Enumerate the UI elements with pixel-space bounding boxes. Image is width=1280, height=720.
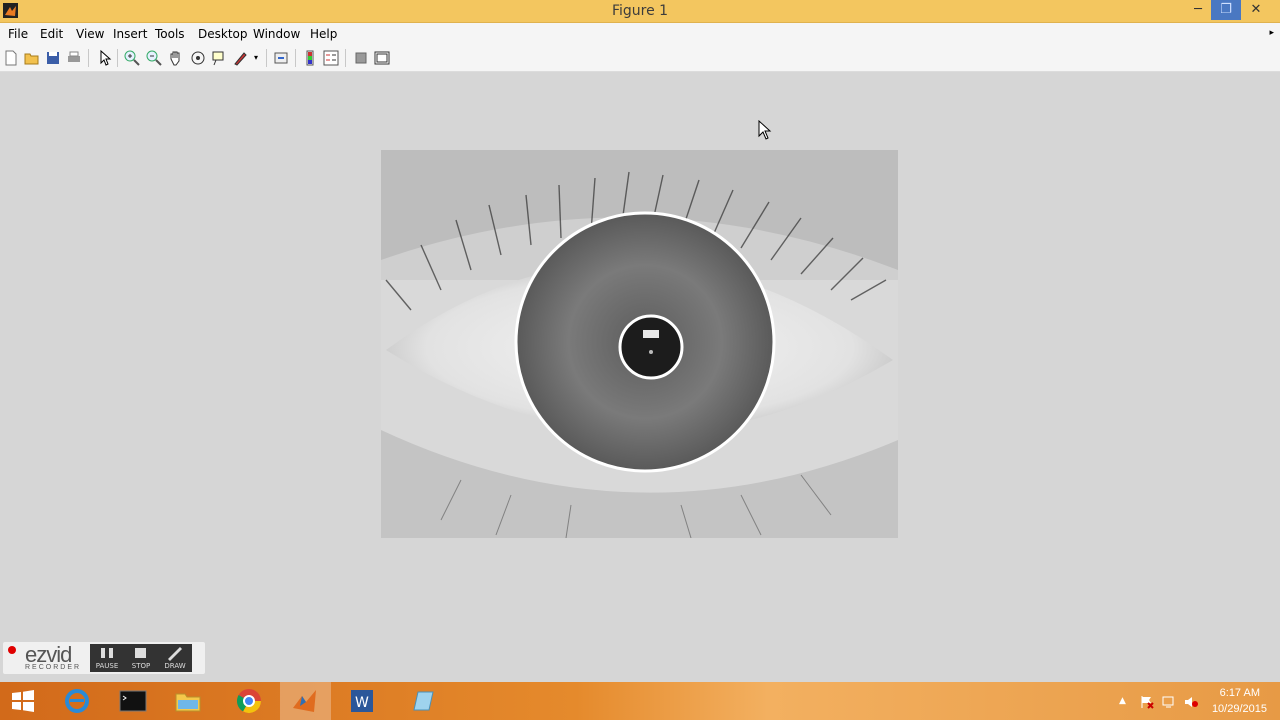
toolbar-separator	[88, 49, 89, 67]
file-explorer-icon[interactable]	[173, 686, 203, 716]
brush-icon[interactable]	[232, 49, 250, 67]
brush-dropdown-icon[interactable]: ▾	[254, 53, 258, 62]
eye-image	[381, 150, 898, 538]
colorbar-icon[interactable]	[301, 49, 319, 67]
pencil-icon	[168, 647, 182, 661]
menu-desktop[interactable]: Desktop	[198, 27, 248, 41]
zoom-out-icon[interactable]	[145, 49, 163, 67]
matlab-taskbar-icon[interactable]	[290, 686, 320, 716]
tray-time[interactable]: 6:17 AM	[1200, 687, 1260, 699]
dock-arrow-icon[interactable]: ▸	[1269, 28, 1274, 38]
ezvid-controls: PAUSE STOP DRAW	[90, 644, 192, 672]
tray-network-icon[interactable]	[1161, 694, 1177, 710]
taskbar: W ▲ 6:17 AM 10/29/2015	[0, 682, 1280, 720]
pan-hand-icon[interactable]	[167, 49, 185, 67]
menu-insert[interactable]: Insert	[113, 27, 147, 41]
command-prompt-icon[interactable]	[118, 686, 148, 716]
menu-file[interactable]: File	[8, 27, 28, 41]
tray-expand-icon[interactable]: ▲	[1119, 696, 1126, 706]
open-file-icon[interactable]	[23, 49, 41, 67]
menu-help[interactable]: Help	[310, 27, 337, 41]
menu-tools[interactable]: Tools	[155, 27, 185, 41]
ezvid-stop-button[interactable]: STOP	[124, 644, 158, 672]
mouse-cursor-icon	[758, 120, 772, 140]
toolbar-separator	[117, 49, 118, 67]
toolbar-separator	[295, 49, 296, 67]
figure-toolbar: ▾	[0, 45, 1280, 72]
tray-flag-icon[interactable]	[1139, 694, 1155, 710]
stop-icon	[135, 648, 146, 658]
ezvid-recorder-widget: ezvid RECORDER PAUSE STOP DRAW	[3, 642, 205, 674]
print-icon[interactable]	[65, 49, 83, 67]
tray-volume-muted-icon[interactable]	[1183, 694, 1199, 710]
legend-icon[interactable]	[322, 49, 340, 67]
toolbar-separator	[266, 49, 267, 67]
menu-window[interactable]: Window	[253, 27, 300, 41]
link-plot-icon[interactable]	[272, 49, 290, 67]
ezvid-logo-sub: RECORDER	[25, 664, 82, 671]
windows-start-icon[interactable]	[8, 686, 38, 716]
menu-bar: File Edit View Insert Tools Desktop Wind…	[0, 23, 1280, 45]
other-app-icon[interactable]	[408, 686, 438, 716]
menu-edit[interactable]: Edit	[40, 27, 63, 41]
svg-text:W: W	[355, 695, 369, 711]
ezvid-pause-button[interactable]: PAUSE	[90, 644, 124, 672]
new-figure-icon[interactable]	[2, 49, 20, 67]
hide-plot-tools-icon[interactable]	[352, 49, 370, 67]
tray-date[interactable]: 10/29/2015	[1200, 703, 1267, 715]
title-bar: Figure 1 ─ ❐ ✕	[0, 0, 1280, 23]
ezvid-logo: ezvid	[25, 642, 72, 667]
maximize-button[interactable]: ❐	[1211, 0, 1241, 20]
close-button[interactable]: ✕	[1241, 0, 1271, 20]
recording-indicator-icon	[8, 646, 16, 654]
minimize-button[interactable]: ─	[1183, 0, 1213, 20]
show-plot-tools-icon[interactable]	[373, 49, 391, 67]
zoom-in-icon[interactable]	[123, 49, 141, 67]
word-icon[interactable]: W	[347, 686, 377, 716]
toolbar-separator	[345, 49, 346, 67]
chrome-icon[interactable]	[234, 686, 264, 716]
pause-icon	[101, 648, 113, 658]
edit-plot-arrow-icon[interactable]	[96, 49, 114, 67]
window-title: Figure 1	[611, 3, 669, 19]
save-icon[interactable]	[44, 49, 62, 67]
data-cursor-icon[interactable]	[210, 49, 228, 67]
internet-explorer-icon[interactable]	[62, 686, 92, 716]
ezvid-draw-button[interactable]: DRAW	[158, 644, 192, 672]
rotate-3d-icon[interactable]	[189, 49, 207, 67]
menu-view[interactable]: View	[76, 27, 104, 41]
